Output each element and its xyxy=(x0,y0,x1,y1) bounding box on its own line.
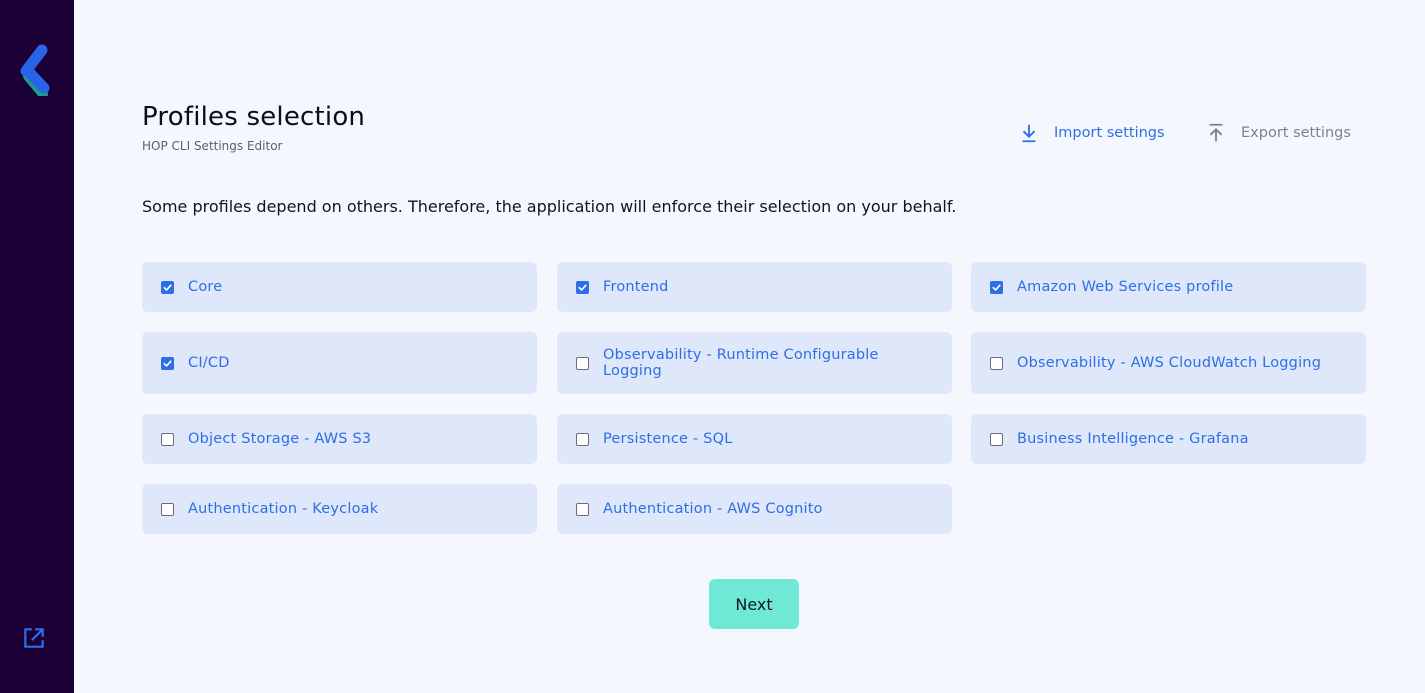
checkmark-icon xyxy=(163,359,172,367)
profile-card[interactable]: Core xyxy=(142,262,537,312)
profile-checkbox[interactable] xyxy=(161,432,174,446)
profile-card[interactable]: Persistence - SQL xyxy=(557,414,952,464)
checkmark-icon xyxy=(992,283,1001,291)
profile-label: Business Intelligence - Grafana xyxy=(1017,431,1249,447)
profile-label: Observability - AWS CloudWatch Logging xyxy=(1017,355,1322,371)
profile-label: Persistence - SQL xyxy=(603,431,733,447)
profile-checkbox[interactable] xyxy=(576,280,589,294)
checkmark-icon xyxy=(163,283,172,291)
download-icon xyxy=(1022,124,1036,143)
export-settings-button[interactable]: Export settings xyxy=(1205,120,1351,146)
profile-card[interactable]: Observability - AWS CloudWatch Logging xyxy=(971,332,1366,394)
profile-card[interactable]: Authentication - Keycloak xyxy=(142,484,537,534)
profile-label: Observability - Runtime Configurable Log… xyxy=(603,347,879,379)
import-settings-button[interactable]: Import settings xyxy=(1018,120,1165,146)
profile-checkbox[interactable] xyxy=(161,502,174,516)
profile-label: Authentication - AWS Cognito xyxy=(603,501,823,517)
profile-card[interactable]: CI/CD xyxy=(142,332,537,394)
profile-checkbox[interactable] xyxy=(161,280,174,294)
sidebar xyxy=(0,0,74,693)
intro-text: Some profiles depend on others. Therefor… xyxy=(142,197,957,216)
profile-checkbox[interactable] xyxy=(990,432,1003,446)
app-logo[interactable] xyxy=(16,44,52,96)
profile-checkbox[interactable] xyxy=(161,356,174,370)
checkmark-icon xyxy=(578,283,587,291)
profile-card[interactable]: Authentication - AWS Cognito xyxy=(557,484,952,534)
profile-card[interactable]: Business Intelligence - Grafana xyxy=(971,414,1366,464)
profile-label: Authentication - Keycloak xyxy=(188,501,379,517)
profile-card[interactable]: Object Storage - AWS S3 xyxy=(142,414,537,464)
profile-card[interactable]: Observability - Runtime Configurable Log… xyxy=(557,332,952,394)
profile-label: Frontend xyxy=(603,279,669,295)
profile-label: Core xyxy=(188,279,223,295)
page-subtitle: HOP CLI Settings Editor xyxy=(142,139,283,153)
profile-checkbox[interactable] xyxy=(576,356,589,370)
profile-card[interactable]: Frontend xyxy=(557,262,952,312)
profile-label: Amazon Web Services profile xyxy=(1017,279,1234,295)
profile-label: CI/CD xyxy=(188,355,230,371)
profile-checkbox[interactable] xyxy=(990,356,1003,370)
main-content: Profiles selection HOP CLI Settings Edit… xyxy=(74,0,1425,693)
profile-label: Object Storage - AWS S3 xyxy=(188,431,372,447)
import-settings-label: Import settings xyxy=(1054,125,1165,141)
profile-checkbox[interactable] xyxy=(990,280,1003,294)
upload-icon xyxy=(1209,123,1223,142)
page-title: Profiles selection xyxy=(142,102,366,132)
profile-card[interactable]: Amazon Web Services profile xyxy=(971,262,1366,312)
next-button[interactable]: Next xyxy=(709,579,799,629)
profile-checkbox[interactable] xyxy=(576,502,589,516)
external-link-icon[interactable] xyxy=(21,625,47,651)
profile-checkbox[interactable] xyxy=(576,432,589,446)
export-settings-label: Export settings xyxy=(1241,125,1351,141)
